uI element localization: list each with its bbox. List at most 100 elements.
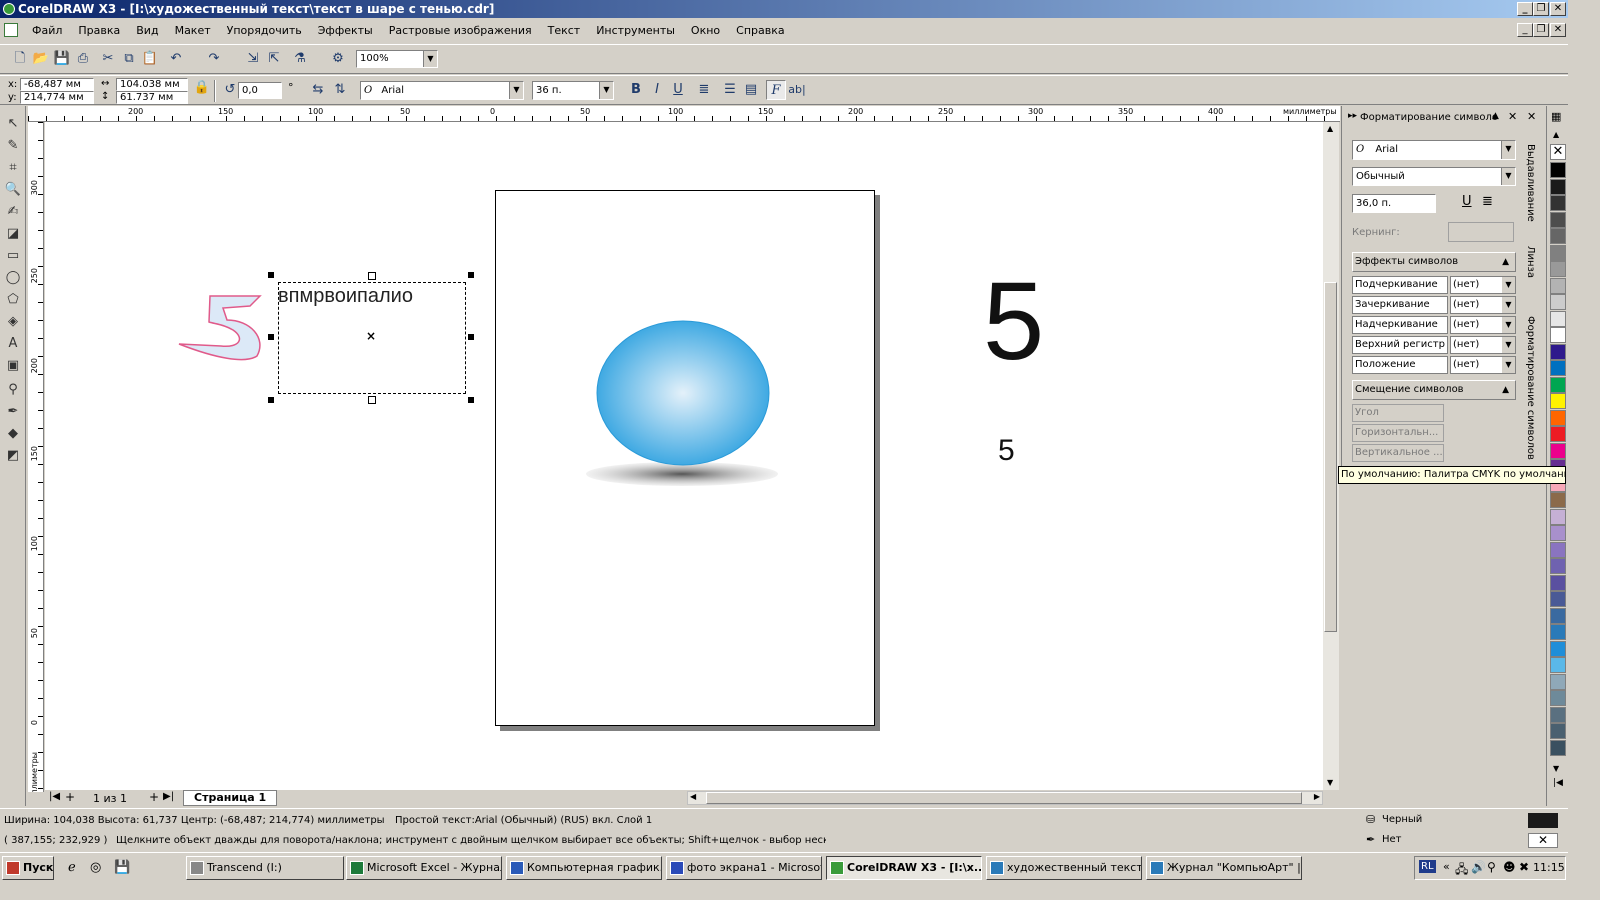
scroll-down-icon[interactable]: ▼: [1327, 778, 1333, 787]
color-swatch[interactable]: [1550, 228, 1566, 244]
fill-tool-icon[interactable]: ◆: [3, 424, 23, 444]
color-swatch[interactable]: [1550, 327, 1566, 343]
selection-handle[interactable]: [268, 272, 274, 278]
no-color-swatch[interactable]: ✕: [1550, 144, 1566, 160]
chevron-down-icon[interactable]: ▼: [509, 82, 523, 99]
pick-tool-icon[interactable]: ↖: [3, 114, 23, 134]
panel-align-icon[interactable]: ≣: [1482, 194, 1493, 209]
underline-icon[interactable]: U: [668, 80, 688, 100]
color-swatch[interactable]: [1550, 162, 1566, 178]
sphere-artwork[interactable]: [496, 191, 876, 727]
color-swatch[interactable]: [1550, 657, 1566, 673]
tab-extrude[interactable]: Выдавливание: [1525, 144, 1536, 222]
chevron-down-icon[interactable]: ▼: [1502, 277, 1515, 293]
menu-effects[interactable]: Эффекты: [310, 20, 381, 42]
color-swatch[interactable]: [1550, 409, 1566, 426]
selection-handle[interactable]: [468, 334, 474, 340]
outlined-five-shape[interactable]: [175, 290, 270, 365]
bold-icon[interactable]: B: [626, 80, 646, 100]
scroll-right-icon[interactable]: ▶: [1314, 792, 1320, 801]
add-page-before-icon[interactable]: +: [65, 790, 75, 804]
tab-character-formatting[interactable]: Форматирование символов: [1525, 316, 1536, 460]
shift-section-header[interactable]: Смещение символов ▲: [1352, 380, 1516, 400]
collapse-icon[interactable]: ▲: [1492, 111, 1499, 121]
effect-value[interactable]: (нет) ▼: [1450, 296, 1516, 314]
export-icon[interactable]: ⇱: [264, 49, 284, 69]
page-tab[interactable]: Страница 1: [183, 790, 278, 806]
tray-search-icon[interactable]: ⚲: [1487, 860, 1496, 874]
dropcap-icon[interactable]: ▤: [741, 80, 761, 100]
rectangle-tool-icon[interactable]: ▭: [3, 246, 23, 266]
tray-volume-icon[interactable]: 🔊: [1471, 860, 1486, 874]
task-art-text[interactable]: художественный текст...: [986, 856, 1142, 880]
disk-icon[interactable]: 💾: [114, 860, 130, 875]
rotation-angle-field[interactable]: 0,0: [238, 82, 282, 99]
paste-icon[interactable]: 📋: [140, 49, 160, 69]
selection-handle[interactable]: [468, 397, 474, 403]
panel-font-combo[interactable]: O Arial ▼: [1352, 140, 1516, 160]
effects-section-header[interactable]: Эффекты символов ▲: [1352, 252, 1516, 272]
interactive-tool-icon[interactable]: ▣: [3, 356, 23, 376]
add-page-after-icon[interactable]: +: [149, 790, 159, 804]
redo-icon[interactable]: ↷: [204, 49, 224, 69]
color-swatch[interactable]: [1550, 261, 1566, 277]
chevron-down-icon[interactable]: ▼: [1502, 297, 1515, 313]
page[interactable]: [495, 190, 875, 726]
menu-arrange[interactable]: Упорядочить: [219, 20, 310, 42]
menu-edit[interactable]: Правка: [70, 20, 128, 42]
doc-close-button[interactable]: ✕: [1550, 23, 1566, 37]
menu-bitmaps[interactable]: Растровые изображения: [381, 20, 540, 42]
align-icon[interactable]: ≣: [694, 80, 714, 100]
selection-handle[interactable]: [268, 334, 274, 340]
menu-window[interactable]: Окно: [683, 20, 728, 42]
color-swatch[interactable]: [1550, 442, 1566, 459]
selection-handle[interactable]: [268, 397, 274, 403]
x-position-field[interactable]: -68,487 мм: [20, 78, 94, 91]
width-field[interactable]: 104.038 мм: [116, 78, 188, 91]
chevron-down-icon[interactable]: ▼: [423, 51, 437, 67]
menu-tools[interactable]: Инструменты: [588, 20, 683, 42]
interactive-fill-tool-icon[interactable]: ◩: [3, 446, 23, 466]
chevron-down-icon[interactable]: ▼: [1502, 357, 1515, 373]
fill-color-swatch[interactable]: [1528, 813, 1558, 828]
palette-menu-icon[interactable]: ▦: [1551, 110, 1561, 123]
mirror-h-icon[interactable]: ⇆: [308, 80, 328, 100]
task-computer-graphics[interactable]: Компьютерная график...: [506, 856, 662, 880]
color-swatch[interactable]: [1550, 591, 1566, 607]
height-field[interactable]: 61.737 мм: [116, 91, 188, 104]
paragraph-text[interactable]: впмрвоипалио: [278, 285, 413, 308]
chevron-down-icon[interactable]: ▼: [1502, 337, 1515, 353]
color-swatch[interactable]: [1550, 195, 1566, 211]
color-swatch[interactable]: [1550, 294, 1566, 310]
italic-icon[interactable]: I: [647, 80, 667, 100]
rotate-icon[interactable]: ↺: [220, 80, 240, 100]
scroll-up-icon[interactable]: ▲: [1327, 124, 1333, 133]
docker-close-icon[interactable]: ✕: [1508, 110, 1517, 123]
bullets-icon[interactable]: ☰: [720, 80, 740, 100]
edit-text-icon[interactable]: ab|: [787, 80, 807, 100]
horizontal-scroll-thumb[interactable]: [706, 792, 1302, 804]
chevron-down-icon[interactable]: ▼: [1501, 168, 1515, 185]
color-swatch[interactable]: [1550, 492, 1566, 508]
palette-scroll-down-icon[interactable]: ▼: [1553, 764, 1559, 773]
color-swatch[interactable]: [1550, 508, 1566, 525]
menu-text[interactable]: Текст: [540, 20, 589, 42]
chevron-down-icon[interactable]: ▼: [1501, 141, 1515, 159]
color-swatch[interactable]: [1550, 525, 1566, 541]
menu-help[interactable]: Справка: [728, 20, 792, 42]
scroll-left-icon[interactable]: ◀: [690, 792, 696, 801]
ellipse-tool-icon[interactable]: ◯: [3, 268, 23, 288]
collapse-icon[interactable]: ▲: [1502, 381, 1509, 399]
sphere[interactable]: [596, 320, 770, 466]
panel-underline-icon[interactable]: U: [1462, 194, 1472, 209]
color-swatch[interactable]: [1550, 690, 1566, 706]
options-icon[interactable]: ⚙: [328, 49, 348, 69]
crop-tool-icon[interactable]: ⌗: [3, 158, 23, 178]
color-swatch[interactable]: [1550, 426, 1566, 442]
start-button[interactable]: Пуск: [2, 856, 54, 880]
copy-icon[interactable]: ⧉: [119, 49, 139, 69]
small-five-text[interactable]: 5: [998, 434, 1015, 468]
palette-expand-icon[interactable]: |◀: [1553, 778, 1563, 788]
ie-icon[interactable]: ℯ: [68, 860, 76, 875]
task-coreldraw[interactable]: CorelDRAW X3 - [I:\х...: [826, 856, 982, 880]
